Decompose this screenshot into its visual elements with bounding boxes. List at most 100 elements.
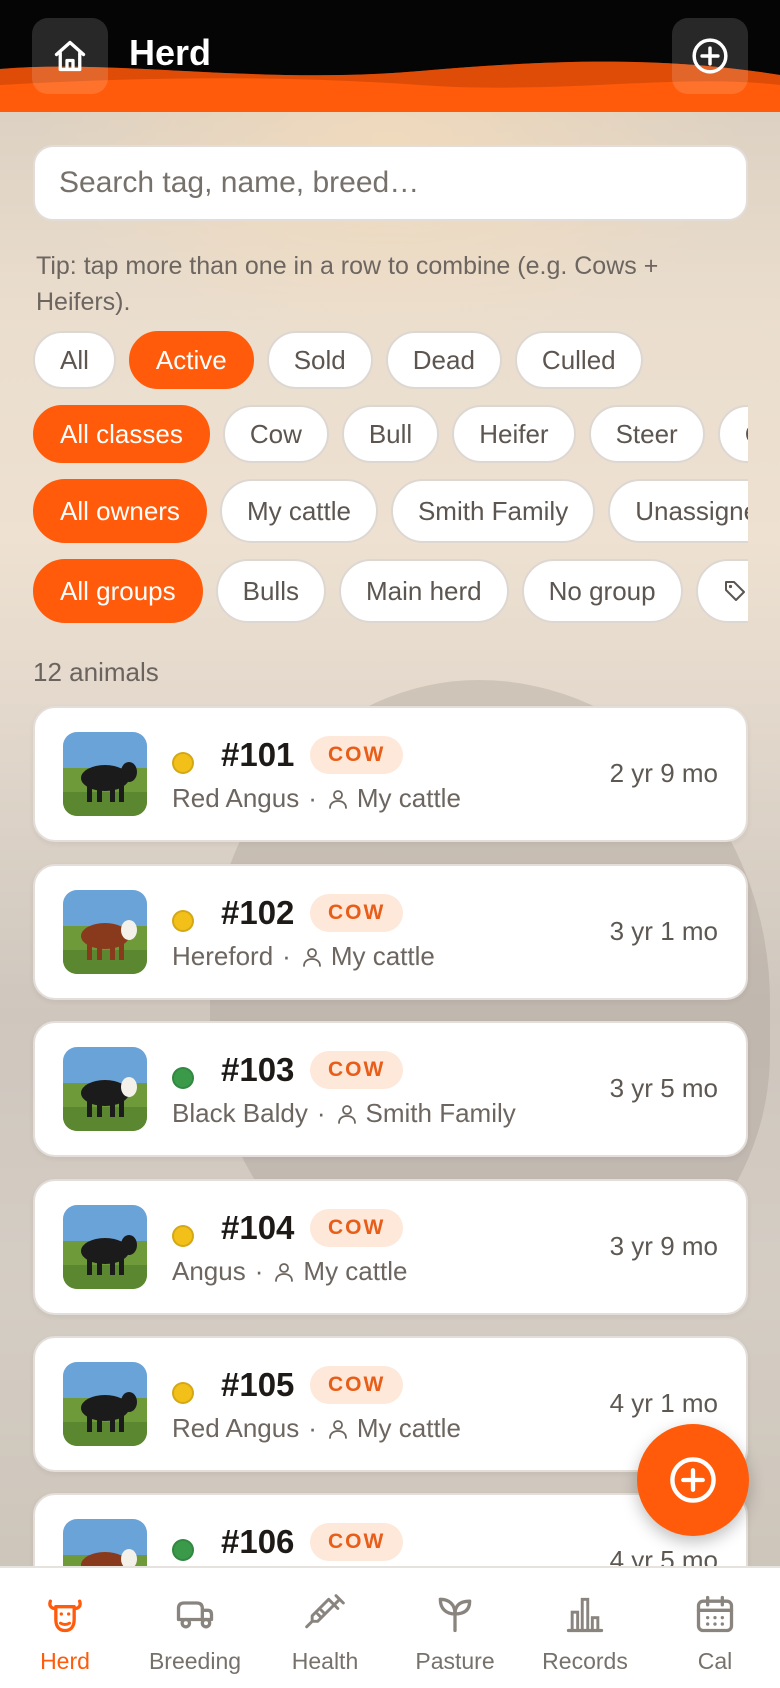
cow-head-icon (48, 1599, 82, 1633)
animal-photo (63, 732, 147, 816)
status-filter-row: All Active Sold Dead Culled (33, 331, 748, 397)
chip-owner-unassigned[interactable]: Unassigne (608, 479, 748, 543)
animal-breed: Red Angus (172, 1413, 300, 1443)
animal-tag: #104 (221, 1209, 295, 1246)
tab-health-label: Health (291, 1648, 359, 1674)
chip-group-bulls[interactable]: Bulls (215, 559, 326, 623)
header-wave (0, 61, 780, 112)
class-badge: COW (310, 1209, 404, 1247)
chip-group-main-herd[interactable]: Main herd (338, 559, 509, 623)
animal-owner: My cattle (330, 941, 435, 971)
chip-status-dead[interactable]: Dead (385, 331, 502, 389)
animal-meta: Red Angus · My cattle (172, 1413, 461, 1444)
animal-card[interactable]: #101 COW Red Angus · My cattle 2 yr 9 mo (33, 706, 748, 842)
class-badge: COW (310, 1523, 404, 1561)
tab-pasture[interactable]: Pasture (390, 1568, 520, 1688)
tab-herd[interactable]: Herd (0, 1568, 130, 1688)
animal-tag: #105 (221, 1366, 295, 1403)
calendar-icon (696, 1595, 734, 1633)
chip-class-bull[interactable]: Bull (341, 405, 440, 463)
chip-group-tag[interactable]: _ (695, 559, 748, 623)
status-dot (172, 910, 194, 932)
page-title: Herd (129, 32, 212, 73)
status-dot (172, 1067, 194, 1089)
chip-class-cow[interactable]: Cow (222, 405, 329, 463)
status-dot (172, 1382, 194, 1404)
animal-card[interactable]: #103 COW Black Baldy · Smith Family 3 yr 5 mo (33, 1021, 748, 1157)
meta-separator: · (308, 783, 317, 813)
person-icon (337, 1104, 356, 1124)
chip-group-all[interactable]: All groups (33, 559, 203, 623)
chip-owner-my-cattle[interactable]: My cattle (219, 479, 378, 543)
bar-chart-icon (566, 1597, 604, 1633)
add-animal-fab[interactable] (637, 1424, 749, 1536)
animal-breed: Angus (172, 1256, 246, 1286)
search-input[interactable] (33, 145, 748, 221)
animal-age: 3 yr 9 mo (609, 1231, 718, 1261)
person-icon (328, 789, 347, 809)
person-icon (275, 1262, 294, 1282)
animal-tag: #103 (221, 1051, 295, 1088)
tab-herd-label: Herd (40, 1648, 90, 1674)
animal-tag: #101 (221, 736, 295, 773)
tip-text: Tip: tap more than one in a row to combi… (36, 252, 659, 316)
animal-meta: Angus · My cattle (172, 1256, 407, 1287)
animal-photo (63, 890, 147, 974)
chip-status-sold[interactable]: Sold (266, 331, 373, 389)
animal-card[interactable]: #105 COW Red Angus · My cattle 4 yr 1 mo (33, 1336, 748, 1472)
chip-class-steer[interactable]: Steer (588, 405, 705, 463)
owner-filter-row: All owners My cattle Smith Family Unassi… (33, 479, 748, 545)
animal-breed: Red Angus (172, 783, 300, 813)
status-dot (172, 1225, 194, 1247)
chip-status-active[interactable]: Active (128, 331, 254, 389)
class-badge: COW (310, 736, 404, 774)
animal-photo (63, 1205, 147, 1289)
trailer-icon (176, 1601, 214, 1629)
status-dot (172, 1539, 194, 1561)
chip-owner-all[interactable]: All owners (33, 479, 207, 543)
animal-count: 12 animals (33, 657, 159, 687)
group-filter-row: All groups Bulls Main herd No group _ (33, 559, 748, 625)
person-icon (328, 1419, 347, 1439)
tab-records[interactable]: Records (520, 1568, 650, 1688)
animal-breed: Hereford (172, 941, 274, 971)
animal-card[interactable]: #104 COW Angus · My cattle 3 yr 9 mo (33, 1179, 748, 1315)
tab-breeding-label: Breeding (148, 1648, 242, 1674)
tab-pasture-label: Pasture (415, 1648, 495, 1674)
tab-records-label: Records (542, 1648, 628, 1674)
tab-breeding[interactable]: Breeding (130, 1568, 260, 1688)
animal-photo (63, 1047, 147, 1131)
meta-separator: · (254, 1256, 264, 1286)
chip-status-all[interactable]: All (33, 331, 116, 389)
home-button[interactable] (32, 18, 108, 94)
home-icon (54, 40, 86, 72)
plus-circle-icon (692, 38, 728, 74)
animal-owner: My cattle (303, 1256, 408, 1286)
tab-health[interactable]: Health (260, 1568, 390, 1688)
status-dot (172, 752, 194, 774)
plus-circle-icon (670, 1457, 716, 1503)
chip-class-heifer[interactable]: Heifer (452, 405, 576, 463)
animal-card[interactable]: #102 COW Hereford · My cattle 3 yr 1 mo (33, 864, 748, 1000)
meta-separator: · (308, 1413, 317, 1443)
animal-photo (63, 1362, 147, 1446)
class-badge: COW (310, 1366, 404, 1404)
animal-breed: Black Baldy (172, 1098, 308, 1128)
animal-age: 3 yr 1 mo (609, 916, 718, 946)
animal-age: 2 yr 9 mo (609, 758, 718, 788)
add-animal-header-button[interactable] (672, 18, 748, 94)
tag-icon (724, 581, 745, 601)
chip-owner-smith-family[interactable]: Smith Family (390, 479, 596, 543)
chip-class-all[interactable]: All classes (33, 405, 210, 463)
class-filter-row: All classes Cow Bull Heifer Steer C (33, 405, 748, 471)
chip-group-no-group[interactable]: No group (521, 559, 683, 623)
animal-meta: Hereford · My cattle (172, 941, 435, 972)
animal-owner: My cattle (356, 783, 461, 813)
chip-status-culled[interactable]: Culled (514, 331, 643, 389)
tab-calendar[interactable]: Cal (650, 1568, 780, 1688)
animal-age: 4 yr 1 mo (609, 1388, 718, 1418)
meta-separator: · (282, 941, 291, 971)
animal-age: 3 yr 5 mo (609, 1073, 718, 1103)
chip-class-more[interactable]: C (717, 405, 748, 463)
tab-calendar-label: Cal (697, 1648, 733, 1674)
